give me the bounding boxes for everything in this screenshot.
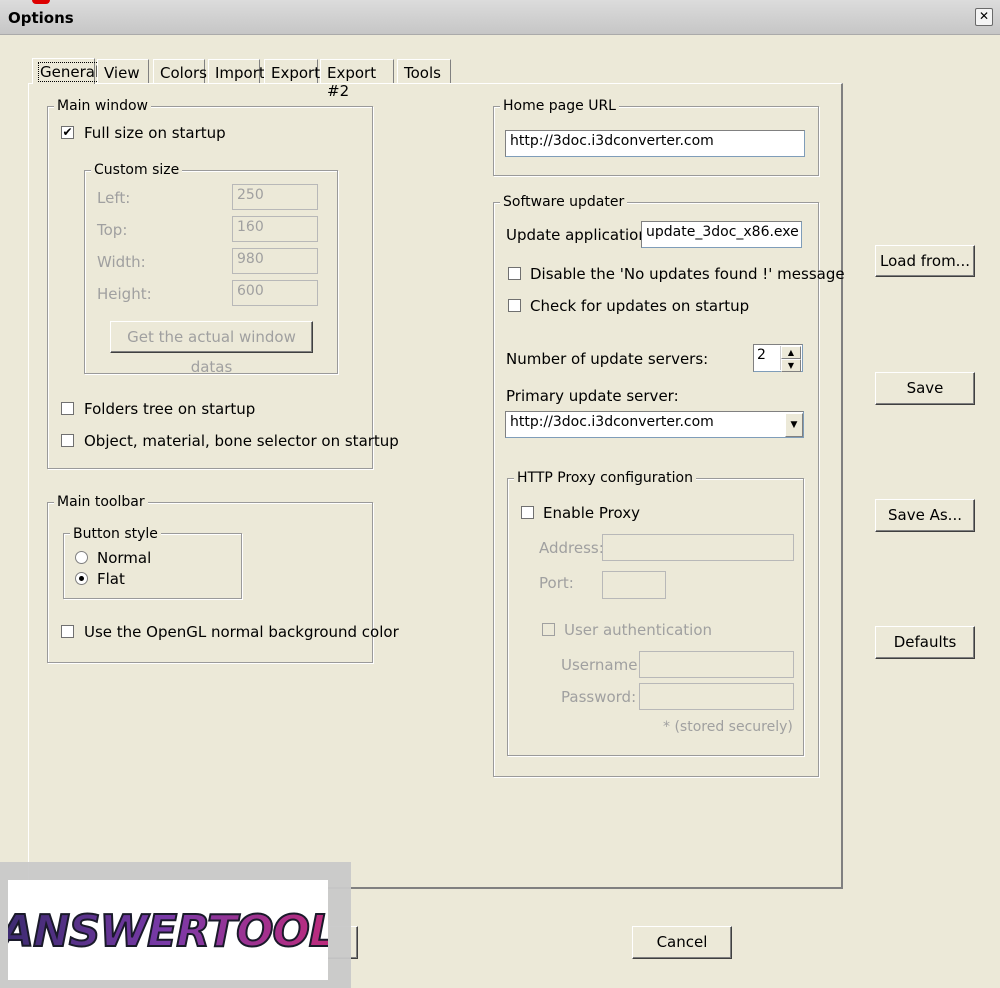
- folders-tree-label: Folders tree on startup: [84, 400, 256, 418]
- spin-down-icon[interactable]: ▼: [781, 359, 801, 372]
- window-title: Options: [8, 9, 74, 27]
- height-label: Height:: [97, 285, 152, 303]
- password-label: Password: *: [561, 688, 649, 706]
- selector-label: Object, material, bone selector on start…: [84, 432, 399, 450]
- disable-msg-label: Disable the 'No updates found !' message: [530, 265, 845, 283]
- disable-msg-checkbox[interactable]: [508, 267, 521, 280]
- tab-tools[interactable]: Tools: [397, 59, 451, 83]
- address-label: Address:: [539, 539, 604, 557]
- tab-general[interactable]: General: [32, 58, 102, 84]
- full-size-checkbox[interactable]: ✔: [61, 126, 74, 139]
- main-toolbar-legend: Main toolbar: [54, 494, 148, 510]
- left-field[interactable]: 250: [232, 184, 318, 210]
- cancel-button[interactable]: Cancel: [632, 926, 732, 959]
- tab-label: Tools: [404, 64, 441, 82]
- flat-label: Flat: [97, 570, 125, 588]
- custom-size-legend: Custom size: [91, 162, 183, 178]
- save-button[interactable]: Save: [875, 372, 975, 405]
- chevron-down-icon[interactable]: ▼: [785, 413, 803, 437]
- check-startup-checkbox[interactable]: [508, 299, 521, 312]
- tab-label: Import: [215, 64, 265, 82]
- address-input[interactable]: [602, 534, 794, 561]
- title-bar: Options ✕: [0, 0, 1000, 35]
- tab-label: Export: [271, 64, 321, 82]
- red-marker: [32, 0, 50, 4]
- tab-export[interactable]: Export: [264, 59, 321, 83]
- num-servers-spinner[interactable]: ▲ ▼: [780, 346, 801, 372]
- num-servers-label: Number of update servers:: [506, 350, 709, 368]
- num-servers-value: 2: [757, 347, 766, 363]
- spin-up-icon[interactable]: ▲: [781, 346, 801, 359]
- folders-tree-checkbox[interactable]: [61, 402, 74, 415]
- port-label: Port:: [539, 574, 574, 592]
- enable-proxy-label: Enable Proxy: [543, 504, 640, 522]
- user-auth-checkbox[interactable]: [542, 623, 555, 636]
- selector-checkbox[interactable]: [61, 434, 74, 447]
- button-style-group: [63, 533, 242, 599]
- tab-label: View: [104, 64, 140, 82]
- main-window-legend: Main window: [54, 98, 151, 114]
- opengl-bg-label: Use the OpenGL normal background color: [84, 623, 399, 641]
- proxy-legend: HTTP Proxy configuration: [514, 470, 696, 486]
- flat-radio[interactable]: [75, 572, 88, 585]
- normal-radio[interactable]: [75, 551, 88, 564]
- tab-view[interactable]: View: [97, 59, 149, 83]
- user-auth-label: User authentication: [564, 621, 713, 639]
- enable-proxy-checkbox[interactable]: [521, 506, 534, 519]
- tab-label: Colors: [160, 64, 207, 82]
- update-app-input[interactable]: update_3doc_x86.exe: [641, 221, 802, 248]
- stored-securely-note: * (stored securely): [663, 719, 793, 735]
- password-input[interactable]: [639, 683, 794, 710]
- tab-import[interactable]: Import: [208, 59, 265, 83]
- top-label: Top:: [97, 221, 128, 239]
- watermark-text: ANSWERTOOL: [8, 906, 328, 957]
- close-button[interactable]: ✕: [975, 8, 993, 26]
- normal-label: Normal: [97, 549, 152, 567]
- width-field[interactable]: 980: [232, 248, 318, 274]
- primary-server-label: Primary update server:: [506, 387, 679, 405]
- load-from-button[interactable]: Load from...: [875, 245, 975, 277]
- get-window-data-button[interactable]: Get the actual window datas: [110, 321, 313, 376]
- check-startup-label: Check for updates on startup: [530, 297, 750, 315]
- opengl-bg-checkbox[interactable]: [61, 625, 74, 638]
- full-size-label: Full size on startup: [84, 124, 226, 142]
- update-app-label: Update application:: [506, 226, 653, 244]
- answertool-logo-icon: ANSWERTOOL: [0, 905, 338, 958]
- watermark-logo: ANSWERTOOL: [0, 880, 338, 980]
- username-label: Username:: [561, 656, 643, 674]
- port-input[interactable]: [602, 571, 666, 599]
- left-label: Left:: [97, 189, 131, 207]
- tab-export-2[interactable]: Export #2: [320, 59, 394, 100]
- height-field[interactable]: 600: [232, 280, 318, 306]
- tab-colors[interactable]: Colors: [153, 59, 207, 83]
- width-label: Width:: [97, 253, 146, 271]
- top-field[interactable]: 160: [232, 216, 318, 242]
- home-page-legend: Home page URL: [500, 98, 619, 114]
- software-updater-legend: Software updater: [500, 194, 628, 210]
- defaults-button[interactable]: Defaults: [875, 626, 975, 659]
- save-as-button[interactable]: Save As...: [875, 499, 975, 532]
- primary-server-value: http://3doc.i3dconverter.com: [510, 414, 714, 430]
- home-page-url-input[interactable]: http://3doc.i3dconverter.com: [505, 130, 805, 157]
- primary-server-select[interactable]: http://3doc.i3dconverter.com: [505, 411, 804, 438]
- button-style-legend: Button style: [70, 526, 161, 542]
- tab-label: General: [37, 62, 102, 82]
- username-input[interactable]: [639, 651, 794, 678]
